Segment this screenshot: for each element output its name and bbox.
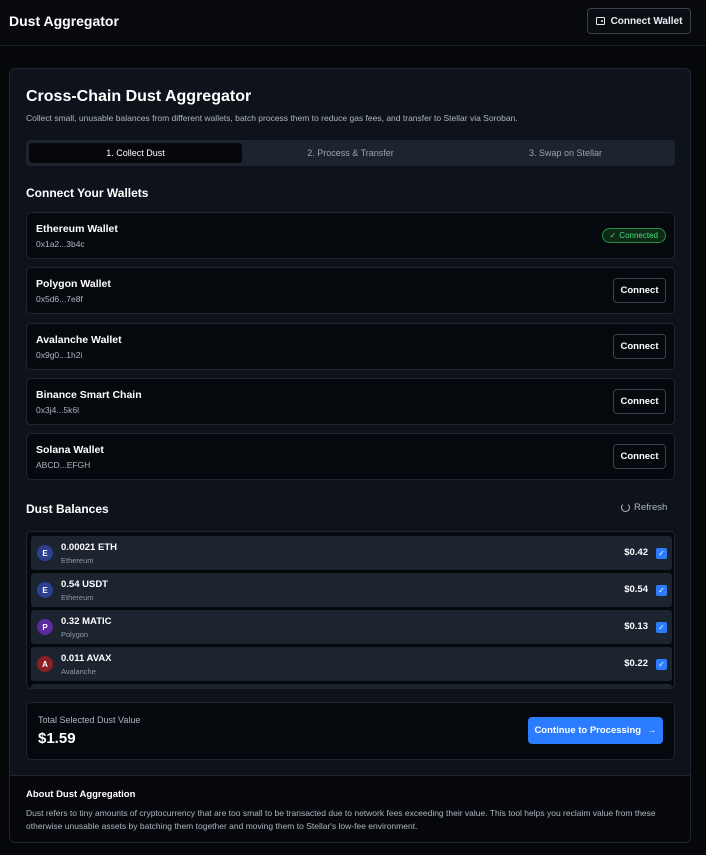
wallet-address: 0x9g0...1h2i <box>36 350 83 360</box>
connected-badge: ✓ Connected <box>601 228 666 243</box>
page-subtitle: Collect small, unusable balances from di… <box>26 113 518 123</box>
wallet-name: Solana Wallet <box>36 444 104 456</box>
dust-chain: Ethereum <box>61 556 94 565</box>
dust-amount: 0.54 USDT <box>61 579 108 590</box>
connect-solana-button[interactable]: Connect <box>613 444 666 469</box>
wallet-address: ABCD...EFGH <box>36 460 91 470</box>
aggregator-card: Cross-Chain Dust Aggregator Collect smal… <box>9 68 691 843</box>
wallet-name: Ethereum Wallet <box>36 223 118 235</box>
dust-chain: Ethereum <box>61 593 94 602</box>
dust-chain: Polygon <box>61 630 89 639</box>
wallet-row-avalanche: Avalanche Wallet 0x9g0...1h2i Connect <box>26 323 675 370</box>
dust-item: E 0.00021 ETH Ethereum $0.42 ✓ <box>31 536 672 570</box>
check-icon: ✓ <box>609 231 617 240</box>
total-value: $1.59 <box>38 730 76 747</box>
wallet-name: Binance Smart Chain <box>36 389 142 401</box>
wallet-name: Avalanche Wallet <box>36 334 122 346</box>
top-bar: Dust Aggregator Connect Wallet <box>0 0 706 46</box>
tab-process-transfer[interactable]: 2. Process & Transfer <box>244 143 457 163</box>
dust-item: A 0.011 AVAX Avalanche $0.22 ✓ <box>31 647 672 681</box>
wallet-address: 0x3j4...5k6l <box>36 405 79 415</box>
about-section: About Dust Aggregation Dust refers to ti… <box>10 775 690 842</box>
dust-item: E 0.54 USDT Ethereum $0.54 ✓ <box>31 573 672 607</box>
about-title: About Dust Aggregation <box>26 789 136 800</box>
coin-icon: E <box>37 582 53 598</box>
dust-amount: 0.32 MATIC <box>61 616 112 627</box>
wallet-address: 0x5d6...7e8f <box>36 294 83 304</box>
tab-collect-dust[interactable]: 1. Collect Dust <box>29 143 242 163</box>
wallets-section-title: Connect Your Wallets <box>26 186 149 200</box>
wallet-row-bsc: Binance Smart Chain 0x3j4...5k6l Connect <box>26 378 675 425</box>
dust-list[interactable]: E 0.00021 ETH Ethereum $0.42 ✓ E 0.54 US… <box>26 531 675 689</box>
select-checkbox[interactable]: ✓ <box>656 659 667 670</box>
continue-label: Continue to Processing <box>534 725 642 736</box>
connect-wallet-label: Connect Wallet <box>610 15 683 27</box>
dust-amount: 0.00021 ETH <box>61 542 117 553</box>
select-checkbox[interactable]: ✓ <box>656 585 667 596</box>
connect-bsc-button[interactable]: Connect <box>613 389 666 414</box>
page-title: Cross-Chain Dust Aggregator <box>26 88 252 105</box>
wallet-row-polygon: Polygon Wallet 0x5d6...7e8f Connect <box>26 267 675 314</box>
dust-section-title: Dust Balances <box>26 502 109 516</box>
about-text: Dust refers to tiny amounts of cryptocur… <box>26 808 656 831</box>
wallet-name: Polygon Wallet <box>36 278 111 290</box>
dust-item: P 0.32 MATIC Polygon $0.13 ✓ <box>31 610 672 644</box>
refresh-button[interactable]: Refresh <box>621 502 667 513</box>
dust-amount: 0.011 AVAX <box>61 653 112 664</box>
coin-icon: E <box>37 545 53 561</box>
dust-chain: Avalanche <box>61 667 96 676</box>
wallet-row-ethereum: Ethereum Wallet 0x1a2...3b4c ✓ Connected <box>26 212 675 259</box>
dust-value: $0.13 <box>624 621 648 632</box>
coin-icon: A <box>37 656 53 672</box>
refresh-label: Refresh <box>634 502 668 513</box>
refresh-icon <box>621 503 630 512</box>
connect-avalanche-button[interactable]: Connect <box>613 334 666 359</box>
wallet-address: 0x1a2...3b4c <box>36 239 85 249</box>
dust-value: $0.22 <box>624 658 648 669</box>
wallet-icon <box>595 17 605 25</box>
dust-value: $0.54 <box>624 584 648 595</box>
dust-value: $0.42 <box>624 547 648 558</box>
select-checkbox[interactable]: ✓ <box>656 622 667 633</box>
connect-wallet-button[interactable]: Connect Wallet <box>587 8 691 34</box>
tab-swap-stellar[interactable]: 3. Swap on Stellar <box>459 143 672 163</box>
arrow-right-icon: → <box>647 725 657 736</box>
continue-button[interactable]: Continue to Processing → <box>528 717 663 744</box>
dust-item-partial <box>31 684 672 688</box>
coin-icon: P <box>37 619 53 635</box>
total-label: Total Selected Dust Value <box>38 715 141 725</box>
total-summary: Total Selected Dust Value $1.59 Continue… <box>26 702 675 760</box>
wallet-row-solana: Solana Wallet ABCD...EFGH Connect <box>26 433 675 480</box>
app-title: Dust Aggregator <box>9 13 119 29</box>
step-tabs: 1. Collect Dust 2. Process & Transfer 3.… <box>26 140 675 166</box>
select-checkbox[interactable]: ✓ <box>656 548 667 559</box>
connected-label: Connected <box>619 231 658 240</box>
connect-polygon-button[interactable]: Connect <box>613 278 666 303</box>
